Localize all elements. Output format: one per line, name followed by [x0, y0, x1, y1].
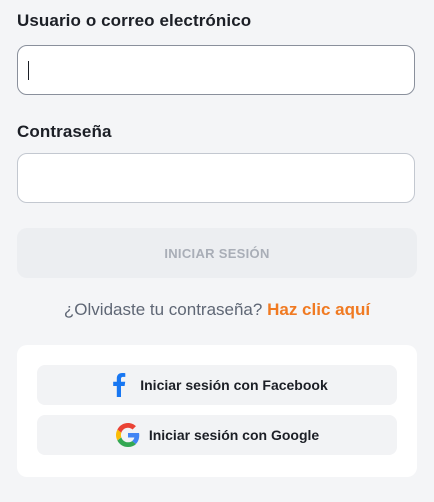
facebook-login-button[interactable]: Iniciar sesión con Facebook: [37, 365, 397, 405]
password-label: Contraseña: [17, 122, 112, 141]
facebook-login-label: Iniciar sesión con Facebook: [140, 377, 328, 393]
forgot-password-link[interactable]: Haz clic aquí: [267, 300, 370, 319]
social-login-card: Iniciar sesión con Facebook Iniciar sesi…: [17, 345, 417, 477]
forgot-password: ¿Olvidaste tu contraseña? Haz clic aquí: [0, 300, 434, 320]
username-label: Usuario o correo electrónico: [17, 11, 252, 30]
google-login-label: Iniciar sesión con Google: [148, 427, 320, 443]
google-login-button[interactable]: Iniciar sesión con Google: [37, 415, 397, 455]
password-input[interactable]: [17, 153, 415, 203]
text-caret: [28, 61, 29, 80]
forgot-password-text: ¿Olvidaste tu contraseña?: [63, 300, 263, 319]
google-icon: [115, 422, 141, 448]
login-button[interactable]: INICIAR SESIÓN: [17, 228, 417, 278]
username-input[interactable]: [17, 45, 415, 95]
facebook-icon: [106, 372, 132, 398]
